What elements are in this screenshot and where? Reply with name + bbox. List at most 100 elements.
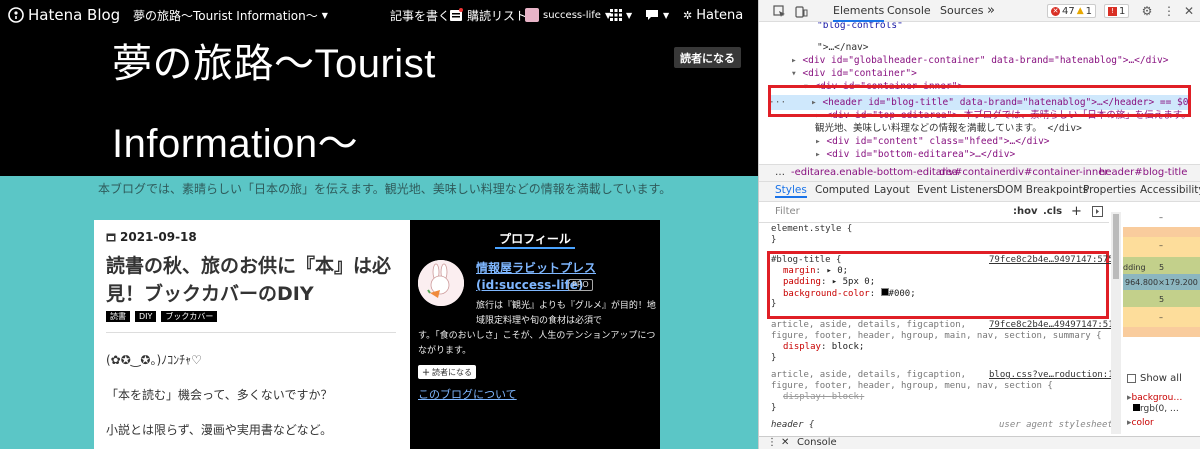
breadcrumb-item[interactable]: …	[775, 167, 785, 178]
tab-event-listeners[interactable]: Event Listeners	[917, 184, 998, 196]
entry-title[interactable]: 読書の秋、旅のお供に『本』は必見！ブックカバーのDIY	[106, 252, 400, 308]
rule-close: }	[771, 403, 777, 413]
padding-top-value[interactable]: 5	[1159, 263, 1164, 272]
tab-sources[interactable]: Sources	[940, 0, 984, 22]
tag-book-cover[interactable]: ブックカバー	[161, 311, 218, 322]
checkbox[interactable]	[1127, 374, 1136, 383]
profile-description-1: 旅行は『観光』よりも『グルメ』が目的！地域限定料理や旬の食材は必須で	[476, 301, 656, 326]
tag-diy[interactable]: DIY	[135, 311, 157, 322]
rule-close: }	[771, 353, 777, 363]
selector[interactable]: figure, footer, header, hgroup, menu, na…	[771, 381, 1053, 392]
dom-line[interactable]: ▸ <div id="content" class="hfeed">…</div…	[815, 135, 1050, 148]
tab-console[interactable]: Console	[887, 0, 931, 22]
css-declaration[interactable]: padding: ▸ 5px 0;	[783, 277, 875, 288]
style-source-link[interactable]: 79fce8c2b4e…49497147:51	[989, 320, 1114, 331]
hatena-blog-logo[interactable]: Hatena Blog	[8, 0, 120, 30]
write-entry-link[interactable]: 記事を書く	[390, 0, 450, 30]
styles-scrollbar[interactable]	[1111, 212, 1121, 434]
tab-elements[interactable]: Elements	[833, 0, 885, 22]
css-declaration[interactable]: margin: ▸ 0;	[783, 266, 848, 277]
prop-name: display	[783, 342, 821, 352]
dom-line[interactable]: ▸ <div id="globalheader-container" data-…	[791, 54, 1169, 67]
breadcrumb-item[interactable]: header#blog-title	[1099, 167, 1187, 178]
console-drawer[interactable]: ⋮ ✕ Console	[759, 436, 1200, 449]
content-size[interactable]: 964.800×179.200	[1125, 278, 1198, 287]
hatena-label: Hatena	[696, 7, 744, 23]
subscribe-list-link[interactable]: 購読リスト	[449, 0, 527, 30]
tag-reading[interactable]: 読書	[106, 311, 130, 322]
scrollbar-thumb[interactable]	[1113, 214, 1119, 279]
dom-line-text: <div id="bottom-editarea">…</div>	[826, 149, 1016, 160]
profile-subscribe-button[interactable]: ＋ 読者になる	[418, 365, 476, 379]
styles-rules: element.style { } #blog-title { 79fce8c2…	[759, 224, 1114, 434]
blog-title-line-1[interactable]: 夢の旅路〜Tourist	[112, 44, 436, 84]
issues-badge[interactable]: ! 1	[1104, 4, 1130, 18]
selector[interactable]: figure, footer, header, hgroup, main, na…	[771, 331, 1102, 342]
css-declaration-overridden[interactable]: display: block;	[783, 392, 864, 403]
css-declaration[interactable]: display: block;	[783, 342, 864, 353]
inspect-icon[interactable]	[771, 3, 787, 19]
border-bottom-value[interactable]: –	[1159, 313, 1163, 322]
profile-subscribe-label: 読者になる	[432, 367, 472, 377]
style-source-link[interactable]: blog.css?ve…roduction:1	[989, 370, 1114, 381]
device-toggle-icon[interactable]	[793, 3, 809, 19]
about-blog-link[interactable]: このブログについて	[418, 386, 517, 402]
blog-title-line-2[interactable]: Information〜	[112, 124, 358, 164]
computed-property[interactable]: ▸backgrou…	[1127, 393, 1182, 403]
computed-property[interactable]: ▸color	[1127, 418, 1154, 428]
color-swatch[interactable]	[880, 288, 889, 296]
style-source-link[interactable]: 79fce8c2b4e…9497147:575	[989, 255, 1114, 266]
console-tab[interactable]: Console	[797, 437, 837, 448]
computed-sidebar-icon[interactable]	[1092, 206, 1103, 220]
dom-line[interactable]: 観光地、美味しい料理などの情報を満載しています。 </div>	[815, 122, 1082, 135]
breadcrumb-item[interactable]: div#container	[939, 167, 1010, 178]
hatena-link[interactable]: ✲ Hatena	[683, 0, 743, 30]
drawer-menu-icon[interactable]: ⋮	[767, 437, 777, 448]
show-all-checkbox[interactable]: Show all	[1127, 373, 1182, 384]
new-rule-plus-icon[interactable]: +	[1071, 204, 1082, 219]
highlight-box	[768, 85, 1191, 117]
tab-layout[interactable]: Layout	[874, 184, 910, 196]
profile-name-text[interactable]: 情報屋ラビットプレス	[476, 260, 596, 277]
more-tabs-icon[interactable]: »	[987, 0, 995, 22]
selector[interactable]: article, aside, details, figcaption,	[771, 370, 966, 381]
css-declaration[interactable]: background-color: #000;	[783, 288, 916, 299]
account-menu[interactable]: success-life ▼	[525, 0, 611, 30]
computed-value[interactable]: rgb(0, …	[1133, 404, 1179, 414]
blog-title-selector[interactable]: #blog-title {	[771, 255, 841, 266]
apps-menu[interactable]: ▼	[610, 0, 632, 30]
element-style-rule[interactable]: element.style {	[771, 224, 852, 235]
tab-accessibility[interactable]: Accessibility	[1140, 184, 1200, 196]
settings-gear-icon[interactable]: ⚙	[1139, 3, 1155, 19]
tab-dom-breakpoints[interactable]: DOM Breakpoints	[997, 184, 1088, 196]
tab-properties[interactable]: Properties	[1083, 184, 1136, 196]
blog-menu[interactable]: 夢の旅路〜Tourist Information〜 ▼	[133, 0, 328, 30]
ua-selector[interactable]: header {	[771, 420, 814, 431]
entry-date[interactable]: 2021-09-18	[106, 230, 197, 244]
close-icon[interactable]: ✕	[1181, 3, 1197, 19]
filter-input[interactable]: Filter	[775, 206, 800, 217]
breadcrumb-item[interactable]: -editarea.enable-bottom-editarea	[791, 167, 958, 178]
cls-toggle[interactable]: .cls	[1043, 206, 1062, 217]
tab-styles[interactable]: Styles	[775, 184, 807, 198]
padding-bottom-value[interactable]: 5	[1159, 295, 1164, 304]
subscribe-button[interactable]: 読者になる	[674, 47, 741, 68]
prop-value: #000;	[888, 289, 916, 299]
caret-down-icon: ▼	[663, 10, 670, 20]
tab-computed[interactable]: Computed	[815, 184, 870, 196]
kebab-menu-icon[interactable]: ⋮	[1161, 3, 1177, 19]
profile-module: プロフィール 情報屋ラビットプレス (id:success-life) PRO …	[410, 220, 660, 449]
selector[interactable]: article, aside, details, figcaption,	[771, 320, 966, 331]
breadcrumb-item[interactable]: div#container-inner	[1009, 167, 1109, 178]
dom-line[interactable]: ▸ <div id="bottom-editarea">…</div>	[815, 148, 1015, 161]
notification-menu[interactable]: ▼	[645, 0, 669, 30]
dom-line[interactable]: "blog-controls"	[817, 22, 903, 32]
close-icon[interactable]: ✕	[781, 437, 789, 448]
dom-line[interactable]: ▾ <div id="container">	[791, 67, 917, 80]
profile-avatar[interactable]	[418, 260, 464, 306]
margin-value[interactable]: –	[1159, 213, 1163, 222]
dom-line[interactable]: ">…</nav>	[817, 41, 868, 54]
hov-toggle[interactable]: :hov	[1013, 206, 1038, 217]
border-value[interactable]: –	[1159, 241, 1163, 250]
errors-badge[interactable]: ✕ 47 ▲ 1	[1047, 4, 1097, 18]
